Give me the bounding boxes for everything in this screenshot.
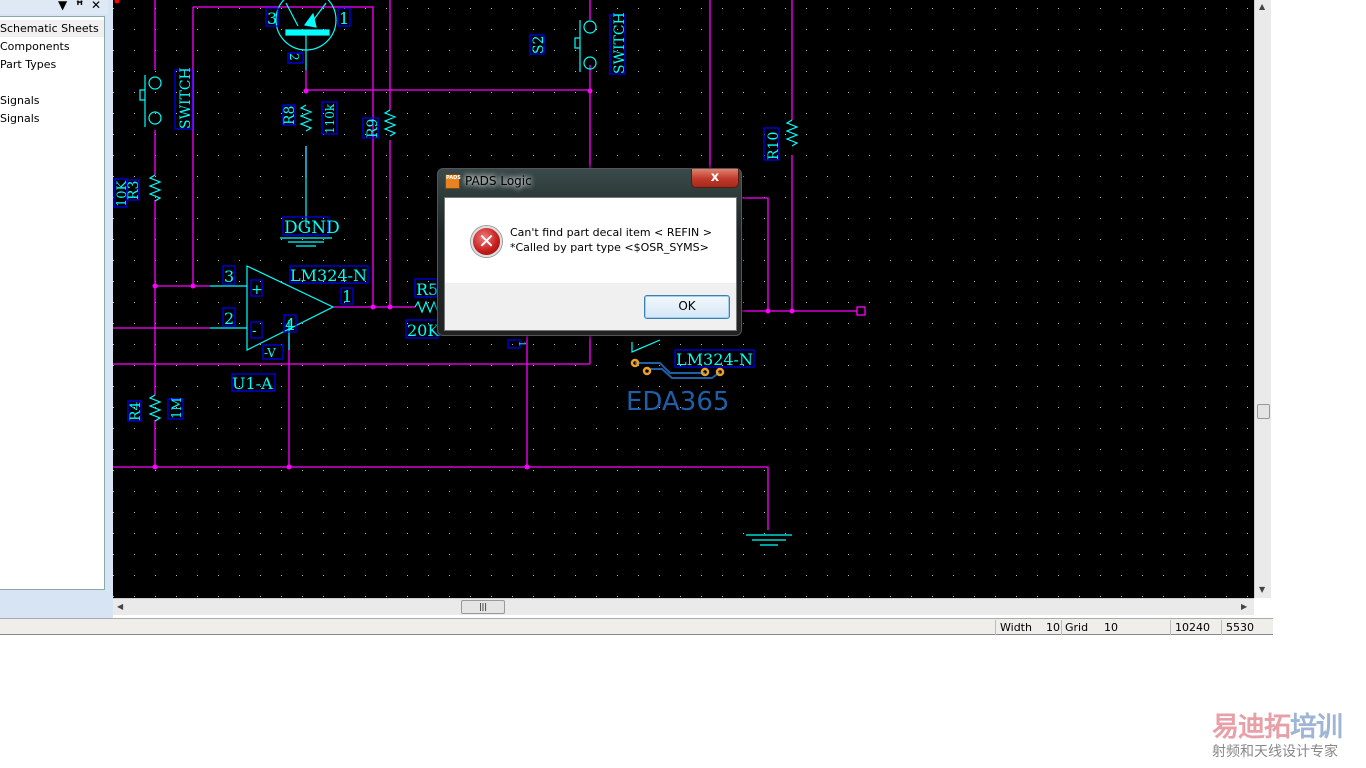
r9-label: R9	[365, 119, 381, 138]
vertical-scrollbar[interactable]: ▲ ▼	[1254, 0, 1271, 598]
ok-button[interactable]: OK	[644, 295, 730, 319]
panel-menu-icon[interactable]: ▼	[58, 0, 67, 12]
r8-label: R8	[282, 106, 298, 125]
q-pin2-label: 2	[287, 53, 301, 61]
panel-pin-icon[interactable]: ꟸ	[76, 0, 83, 12]
r5-value: 20K	[407, 321, 440, 340]
scroll-down-icon[interactable]: ▼	[1259, 585, 1265, 594]
watermark: 易迪拓培训 射频和天线设计专家	[1212, 712, 1343, 761]
r10-label: R10	[766, 132, 782, 160]
error-dialog: PADS PADS Logic x ✕ Can't find part deca…	[437, 168, 742, 336]
watermark-training: 培训	[1290, 712, 1343, 743]
error-message-line1: Can't find part decal item < REFIN >	[510, 226, 712, 239]
pin-small-label: 1	[516, 341, 526, 347]
r4-label: R4	[128, 401, 144, 421]
s2-label: S2	[531, 36, 547, 55]
opamp-ref-label: U1-A	[232, 374, 273, 393]
opamp-part-label: LM324-N	[290, 266, 367, 285]
width-value: 10	[1046, 621, 1060, 634]
r4-value: 1M	[170, 397, 185, 419]
status-bar: Width 10 Grid 10 10240 5530	[0, 618, 1273, 635]
dialog-body: ✕ Can't find part decal item < REFIN > *…	[444, 197, 737, 331]
tree-item-signals-2[interactable]: Signals	[0, 110, 104, 127]
horizontal-scroll-thumb[interactable]: |||	[461, 600, 505, 614]
error-message-line2: *Called by part type <$OSR_SYMS>	[510, 241, 709, 254]
opamp2-part-label: LM324-N	[676, 350, 753, 369]
tree-item-label: Signals	[0, 112, 40, 125]
panel-header: ▼ ꟸ ✕	[0, 0, 108, 14]
vertical-scroll-thumb[interactable]	[1257, 404, 1270, 419]
opamp-pin4: 4	[285, 315, 295, 334]
r5-label: R5	[416, 280, 438, 299]
r8-value: 110k	[323, 103, 337, 134]
s2-type-label: SWITCH	[612, 12, 628, 74]
logo-text: EDA365	[626, 387, 729, 417]
opamp-minus: -	[252, 323, 257, 339]
x-coordinate: 10240	[1175, 621, 1210, 634]
opamp-pin1: 1	[342, 287, 352, 306]
project-explorer-panel: ▼ ꟸ ✕ Schematic Sheets Components Part T…	[0, 0, 113, 618]
r3-value: 10K	[115, 180, 130, 207]
scroll-left-icon[interactable]: ◀	[117, 602, 123, 611]
tree-item-signals[interactable]: Signals	[0, 92, 104, 109]
q-pin1-label: 1	[339, 9, 349, 28]
watermark-brand: 易迪拓	[1212, 712, 1291, 743]
opamp-vneg: -V	[264, 346, 276, 360]
horizontal-scrollbar[interactable]: ◀ ||| ▶	[113, 598, 1254, 615]
q-pin3-label: 3	[267, 9, 277, 28]
tree-item-label: Components	[0, 40, 70, 53]
y-coordinate: 5530	[1226, 621, 1254, 634]
dialog-title: PADS Logic	[465, 174, 532, 188]
opamp-pin3: 3	[224, 267, 234, 286]
tree-item-label: Schematic Sheets	[0, 22, 99, 35]
error-icon: ✕	[471, 226, 502, 257]
opamp-pin2: 2	[224, 309, 234, 328]
dgnd-label: DGND	[284, 218, 340, 238]
tree-item-components[interactable]: Components	[0, 38, 104, 55]
tree-item-schematic-sheets[interactable]: Schematic Sheets	[0, 20, 104, 37]
grid-value: 10	[1104, 621, 1118, 634]
scroll-right-icon[interactable]: ▶	[1241, 602, 1247, 611]
dialog-message-area: ✕ Can't find part decal item < REFIN > *…	[445, 198, 736, 283]
s1-type-label: SWITCH	[178, 67, 194, 129]
tree-item-label: Part Types	[0, 58, 57, 71]
scroll-up-icon[interactable]: ▲	[1259, 2, 1265, 11]
panel-close-icon[interactable]: ✕	[91, 0, 101, 12]
width-label: Width	[1000, 621, 1032, 634]
grid-label: Grid	[1065, 621, 1089, 634]
opamp-plus: +	[251, 282, 263, 298]
tree-item-label: Signals	[0, 94, 40, 107]
watermark-slogan: 射频和天线设计专家	[1212, 744, 1338, 760]
dialog-close-button[interactable]: x	[691, 169, 739, 188]
project-tree: Schematic Sheets Components Part Types S…	[0, 16, 105, 590]
pads-app-icon: PADS	[445, 174, 461, 189]
tree-item-part-types[interactable]: Part Types	[0, 56, 104, 73]
